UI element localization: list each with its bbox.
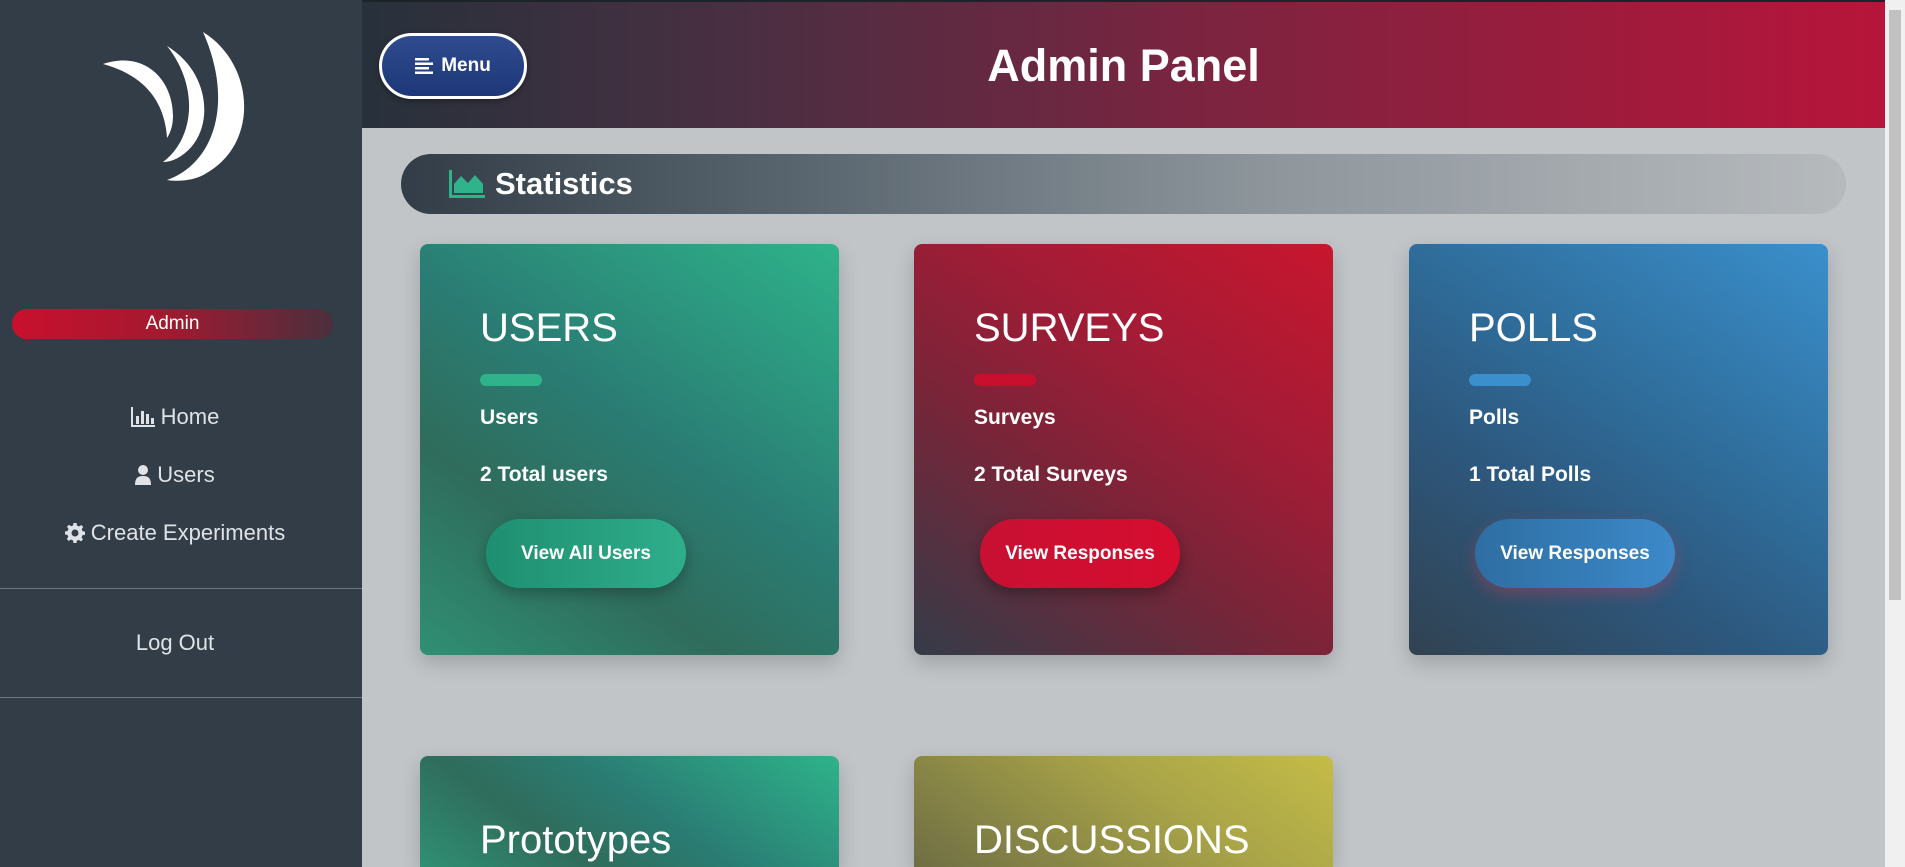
card-title: SURVEYS: [974, 306, 1165, 350]
user-icon: [135, 465, 152, 485]
card-accent-bar: [974, 374, 1036, 386]
sidebar-item-create-experiments[interactable]: Create Experiments: [0, 520, 350, 546]
card-count: 2 Total Surveys: [974, 463, 1128, 486]
area-chart-icon: [449, 170, 485, 198]
scrollbar-thumb[interactable]: [1889, 10, 1901, 600]
page-title: Admin Panel: [987, 40, 1260, 91]
card-count: 1 Total Polls: [1469, 463, 1592, 486]
gear-icon: [64, 523, 85, 543]
card-title: Prototypes: [480, 818, 672, 862]
statistics-section-header: Statistics: [401, 154, 1846, 214]
view-poll-responses-button[interactable]: View Responses: [1475, 519, 1675, 588]
sidebar-divider: [0, 697, 362, 698]
view-all-users-button[interactable]: View All Users: [486, 519, 686, 588]
card-title: POLLS: [1469, 306, 1598, 350]
polls-card: POLLS Polls 1 Total Polls View Responses: [1409, 244, 1828, 655]
logout-link[interactable]: Log Out: [0, 630, 350, 656]
bar-chart-icon: [130, 407, 155, 427]
card-title: DISCUSSIONS: [974, 818, 1250, 862]
page-scrollbar[interactable]: [1885, 0, 1905, 867]
surveys-card: SURVEYS Surveys 2 Total Surveys View Res…: [914, 244, 1333, 655]
view-survey-responses-button[interactable]: View Responses: [980, 519, 1180, 588]
role-badge: Admin: [12, 309, 333, 339]
sidebar-item-home[interactable]: Home: [0, 404, 350, 430]
card-subtitle: Polls: [1469, 406, 1520, 429]
card-count: 2 Total users: [480, 463, 608, 486]
card-accent-bar: [1469, 374, 1531, 386]
sidebar-item-label: Create Experiments: [90, 520, 286, 545]
card-subtitle: Users: [480, 406, 539, 429]
prototypes-card: Prototypes: [420, 756, 839, 867]
sidebar: Admin Home Users Create Experiments Log …: [0, 0, 362, 867]
card-title: USERS: [480, 306, 618, 350]
sidebar-item-label: Home: [160, 404, 220, 429]
sidebar-item-users[interactable]: Users: [0, 462, 350, 488]
discussions-card: DISCUSSIONS: [914, 756, 1333, 867]
statistics-title: Statistics: [495, 166, 633, 201]
sidebar-divider: [0, 588, 362, 589]
top-header: Menu Admin Panel: [362, 0, 1885, 128]
crescent-swoosh-logo: [103, 32, 245, 181]
card-subtitle: Surveys: [974, 406, 1056, 429]
sidebar-item-label: Users: [157, 462, 215, 487]
card-accent-bar: [480, 374, 542, 386]
users-card: USERS Users 2 Total users View All Users: [420, 244, 839, 655]
